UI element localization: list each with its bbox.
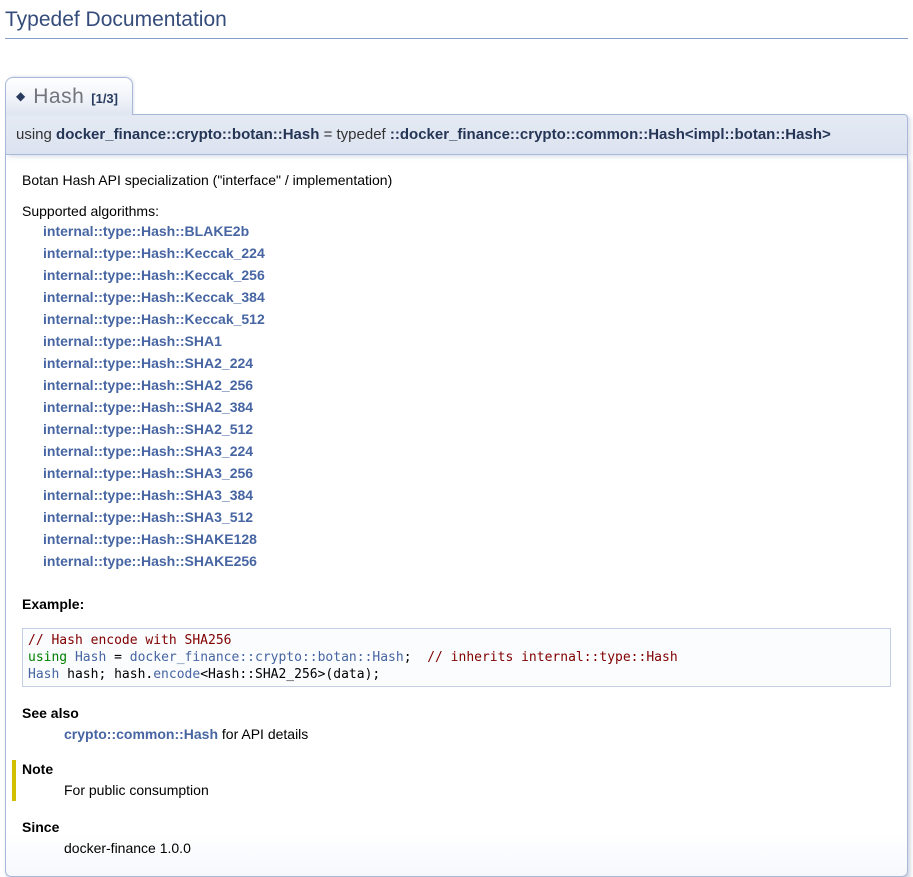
algorithm-link[interactable]: internal::type::Hash::Keccak_256 (43, 264, 891, 286)
supported-algorithms-label: Supported algorithms: (22, 203, 891, 219)
see-also-section: See also crypto::common::Hash for API de… (22, 705, 891, 742)
algorithm-link[interactable]: internal::type::Hash::Keccak_384 (43, 286, 891, 308)
member-prototype: using docker_finance::crypto::botan::Has… (5, 114, 908, 155)
code-fragment: // Hash encode with SHA256 using Hash = … (22, 628, 891, 687)
note-section: Note For public consumption (12, 760, 891, 801)
code-comment: // Hash encode with SHA256 (28, 633, 232, 648)
description-text: Botan Hash API specialization ("interfac… (22, 172, 891, 188)
algorithm-link[interactable]: internal::type::Hash::SHA3_256 (43, 462, 891, 484)
algorithm-list: internal::type::Hash::BLAKE2b internal::… (43, 220, 891, 572)
algorithm-link[interactable]: internal::type::Hash::Keccak_512 (43, 308, 891, 330)
signature-middle: = typedef (319, 126, 389, 143)
algorithm-link[interactable]: internal::type::Hash::SHA2_256 (43, 374, 891, 396)
code-link[interactable]: Hash (75, 650, 106, 665)
algorithm-link[interactable]: internal::type::Hash::SHA3_384 (43, 484, 891, 506)
see-also-content: crypto::common::Hash for API details (64, 726, 891, 742)
code-link[interactable]: docker_finance::crypto::botan::Hash (130, 650, 404, 665)
code-comment: // inherits internal::type::Hash (427, 650, 677, 665)
algorithm-link[interactable]: internal::type::Hash::SHA1 (43, 330, 891, 352)
note-text: For public consumption (64, 782, 891, 798)
algorithm-link[interactable]: internal::type::Hash::SHAKE256 (43, 550, 891, 572)
overload-count-badge: [1/3] (91, 91, 118, 106)
code-text: ; (404, 650, 427, 665)
algorithm-link[interactable]: internal::type::Hash::SHA2_224 (43, 352, 891, 374)
member-name: Hash (33, 85, 84, 108)
signature-prefix: using (16, 126, 56, 143)
algorithm-link[interactable]: internal::type::Hash::SHAKE128 (43, 528, 891, 550)
member-documentation: Botan Hash API specialization ("interfac… (5, 155, 908, 877)
algorithm-link[interactable]: internal::type::Hash::BLAKE2b (43, 220, 891, 242)
since-label: Since (22, 819, 891, 835)
note-label: Note (22, 761, 891, 777)
since-text: docker-finance 1.0.0 (64, 840, 891, 856)
code-link[interactable]: encode (153, 667, 200, 682)
code-line: using Hash = docker_finance::crypto::bot… (28, 649, 885, 666)
code-text: = (106, 650, 129, 665)
example-heading: Example: (22, 596, 891, 612)
code-text: <Hash::SHA2_256>(data); (200, 667, 380, 682)
see-also-label: See also (22, 705, 891, 721)
signature-target-type: ::docker_finance::crypto::common::Hash<i… (390, 126, 831, 143)
algorithm-link[interactable]: internal::type::Hash::Keccak_224 (43, 242, 891, 264)
see-also-link[interactable]: crypto::common::Hash (64, 726, 218, 742)
signature-name: docker_finance::crypto::botan::Hash (56, 126, 319, 143)
algorithm-link[interactable]: internal::type::Hash::SHA2_384 (43, 396, 891, 418)
permalink-diamond-icon[interactable]: ◆ (16, 89, 25, 103)
code-line: // Hash encode with SHA256 (28, 632, 885, 649)
algorithm-link[interactable]: internal::type::Hash::SHA3_512 (43, 506, 891, 528)
code-text (67, 650, 75, 665)
member-title-tab: ◆ Hash [1/3] (5, 77, 133, 115)
code-keyword: using (28, 650, 67, 665)
page-title: Typedef Documentation (5, 8, 908, 39)
see-also-suffix: for API details (218, 726, 308, 742)
algorithm-link[interactable]: internal::type::Hash::SHA3_224 (43, 440, 891, 462)
code-text: hash; hash. (59, 667, 153, 682)
page: Typedef Documentation ◆ Hash [1/3] using d… (0, 0, 913, 877)
code-link[interactable]: Hash (28, 667, 59, 682)
member-item: ◆Hash[1/3] using docker_finance::crypto:… (5, 77, 908, 877)
since-section: Since docker-finance 1.0.0 (22, 819, 891, 856)
algorithm-link[interactable]: internal::type::Hash::SHA2_512 (43, 418, 891, 440)
code-line: Hash hash; hash.encode<Hash::SHA2_256>(d… (28, 666, 885, 683)
